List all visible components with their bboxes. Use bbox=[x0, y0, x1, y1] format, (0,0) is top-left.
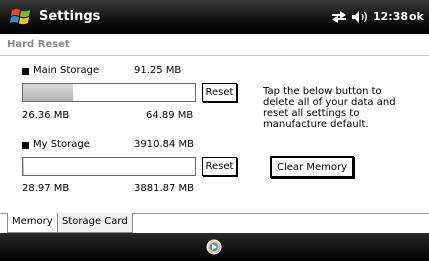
main-storage-used: 26.36 MB bbox=[22, 110, 70, 121]
title-bar: Settings 12:38 ok bbox=[0, 0, 429, 34]
tab-memory[interactable]: Memory bbox=[7, 213, 58, 233]
tab-bar: Memory Storage Card bbox=[0, 213, 429, 233]
my-storage-used-fill bbox=[23, 158, 25, 175]
main-storage-free: 64.89 MB bbox=[146, 110, 194, 121]
windows-start-icon[interactable] bbox=[10, 7, 32, 27]
my-storage-bullet bbox=[22, 142, 29, 149]
my-storage-label: My Storage bbox=[33, 139, 90, 150]
clock[interactable]: 12:38 bbox=[373, 10, 408, 23]
bottom-bar bbox=[0, 233, 429, 261]
volume-icon[interactable] bbox=[351, 10, 371, 24]
input-panel-icon[interactable] bbox=[206, 239, 222, 255]
my-storage-free: 3881.87 MB bbox=[134, 183, 195, 194]
main-storage-label: Main Storage bbox=[33, 65, 100, 76]
main-storage-reset-button[interactable]: Reset bbox=[202, 83, 237, 102]
tab-storage-card[interactable]: Storage Card bbox=[57, 213, 133, 233]
my-storage-reset-button[interactable]: Reset bbox=[202, 157, 237, 176]
my-storage-bar bbox=[22, 157, 196, 176]
my-storage-total: 3910.84 MB bbox=[134, 139, 195, 150]
main-storage-used-fill bbox=[23, 84, 73, 101]
my-storage-used: 28.97 MB bbox=[22, 183, 70, 194]
hard-reset-info-text: Tap the below button to delete all of yo… bbox=[263, 86, 396, 130]
page-title: Hard Reset bbox=[7, 39, 70, 50]
app-title: Settings bbox=[39, 9, 101, 24]
main-storage-bullet bbox=[22, 68, 29, 75]
main-storage-total: 91.25 MB bbox=[134, 65, 182, 76]
connectivity-icon[interactable] bbox=[330, 10, 348, 24]
ok-button[interactable]: ok bbox=[409, 10, 424, 23]
clear-memory-button[interactable]: Clear Memory bbox=[270, 156, 354, 178]
main-storage-bar bbox=[22, 83, 196, 102]
page-header: Hard Reset bbox=[0, 34, 429, 56]
